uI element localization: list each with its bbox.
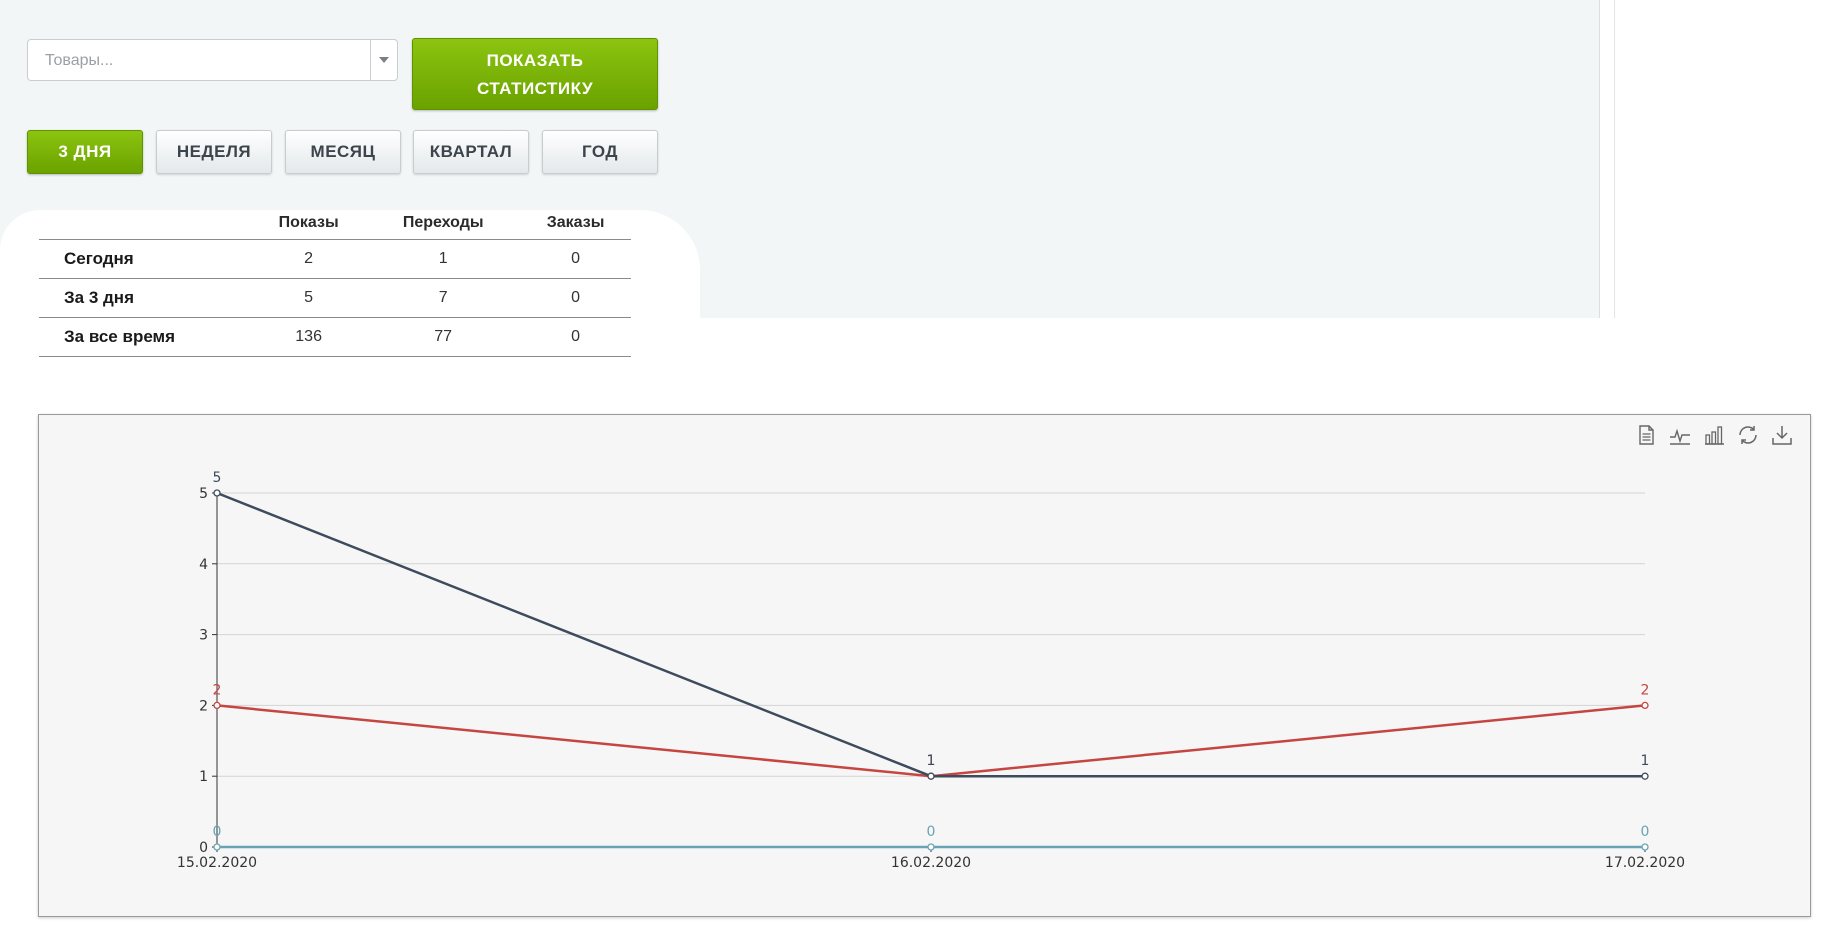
x-tick-label: 17.02.2020 bbox=[1605, 855, 1685, 871]
table-row: За все время 136 77 0 bbox=[39, 317, 631, 357]
cell-impressions: 5 bbox=[251, 278, 367, 318]
x-tick-label: 16.02.2020 bbox=[891, 855, 971, 871]
period-month-button[interactable]: МЕСЯЦ bbox=[285, 130, 401, 174]
y-tick-label: 4 bbox=[199, 557, 208, 573]
data-point bbox=[1641, 701, 1649, 710]
data-label: 1 bbox=[1641, 753, 1650, 769]
data-label: 1 bbox=[927, 753, 936, 769]
period-week-button[interactable]: НЕДЕЛЯ bbox=[156, 130, 272, 174]
products-select-placeholder: Товары... bbox=[45, 52, 114, 69]
stats-header-clicks: Переходы bbox=[366, 206, 521, 240]
y-tick-label: 0 bbox=[199, 840, 208, 856]
table-row: Сегодня 2 1 0 bbox=[39, 239, 631, 279]
y-tick-label: 2 bbox=[199, 698, 208, 714]
line-chart-icon[interactable] bbox=[1668, 423, 1692, 447]
row-label: За все время bbox=[39, 317, 251, 357]
data-point bbox=[927, 843, 935, 851]
chevron-down-icon[interactable] bbox=[379, 57, 389, 63]
cell-orders: 0 bbox=[520, 317, 631, 357]
stats-table: Показы Переходы Заказы Сегодня 2 1 0 За … bbox=[39, 206, 631, 357]
show-statistics-button[interactable]: ПОКАЗАТЬ СТАТИСТИКУ bbox=[412, 38, 658, 110]
restore-icon[interactable] bbox=[1736, 423, 1760, 447]
data-label: 5 bbox=[213, 470, 222, 486]
data-point bbox=[1641, 772, 1649, 780]
data-label: 2 bbox=[1641, 682, 1650, 698]
data-label: 2 bbox=[213, 682, 222, 698]
chart-toolbox bbox=[1634, 423, 1794, 447]
period-year-button[interactable]: ГОД bbox=[542, 130, 658, 174]
select-divider bbox=[370, 40, 371, 80]
stats-header-empty bbox=[39, 206, 251, 240]
data-point bbox=[213, 489, 221, 497]
row-label: За 3 дня bbox=[39, 278, 251, 318]
data-point bbox=[1641, 843, 1649, 851]
data-point bbox=[213, 701, 221, 710]
stats-header-impressions: Показы bbox=[251, 206, 367, 240]
cell-orders: 0 bbox=[520, 239, 631, 279]
cell-clicks: 7 bbox=[366, 278, 521, 318]
stats-table-header: Показы Переходы Заказы bbox=[39, 206, 631, 240]
table-row: За 3 дня 5 7 0 bbox=[39, 278, 631, 318]
cell-clicks: 77 bbox=[366, 317, 521, 357]
stats-header-orders: Заказы bbox=[520, 206, 631, 240]
cell-impressions: 2 bbox=[251, 239, 367, 279]
line-chart: 01234515.02.2020 16.02.2020 17.02.20200 0 02… bbox=[177, 470, 1685, 871]
products-select[interactable]: Товары... bbox=[27, 39, 398, 81]
cell-impressions: 136 bbox=[251, 317, 367, 357]
data-label: 0 bbox=[1641, 824, 1650, 840]
panel-divider bbox=[1599, 0, 1600, 318]
row-label: Сегодня bbox=[39, 239, 251, 279]
show-statistics-label-line2: СТАТИСТИКУ bbox=[476, 79, 594, 98]
bar-chart-icon[interactable] bbox=[1702, 423, 1726, 447]
data-label: 0 bbox=[213, 824, 222, 840]
y-tick-label: 1 bbox=[199, 769, 208, 785]
save-image-icon[interactable] bbox=[1770, 423, 1794, 447]
period-3-days-button[interactable]: 3 ДНЯ bbox=[27, 130, 143, 174]
data-view-icon[interactable] bbox=[1634, 423, 1658, 447]
period-quarter-button[interactable]: КВАРТАЛ bbox=[413, 130, 529, 174]
data-point bbox=[213, 843, 221, 851]
chart-container: 0 1 2 3 4 5 15.02.2020 16.02.2020 17.02.2020 0 0 0 2… bbox=[38, 414, 1811, 917]
panel-divider-right bbox=[1614, 0, 1615, 318]
y-tick-label: 5 bbox=[199, 486, 208, 502]
show-statistics-label-line1: ПОКАЗАТЬ bbox=[486, 51, 584, 70]
x-tick-label: 15.02.2020 bbox=[177, 855, 257, 871]
data-point bbox=[927, 772, 935, 780]
y-tick-label: 3 bbox=[199, 628, 208, 644]
cell-clicks: 1 bbox=[366, 239, 521, 279]
data-label: 0 bbox=[927, 824, 936, 840]
cell-orders: 0 bbox=[520, 278, 631, 318]
